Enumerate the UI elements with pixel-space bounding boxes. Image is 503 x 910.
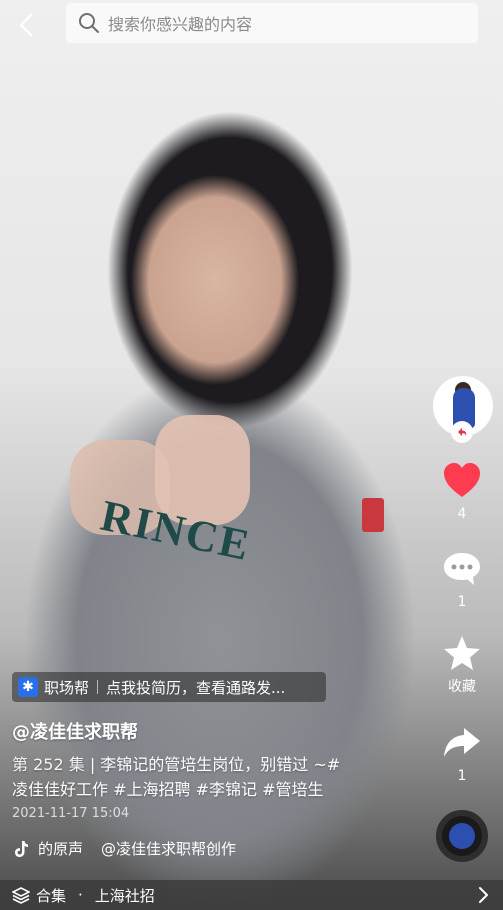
comment-button[interactable]: 1 [436,550,488,610]
favorite-label: 收藏 [448,679,476,695]
follow-arrow-icon [458,428,467,436]
back-button[interactable] [12,10,42,40]
separator-dot: · [78,886,83,904]
disc-cover [449,823,475,849]
comment-count: 1 [457,594,467,610]
collection-name: 上海社招 [94,886,155,905]
video-description: 第 252 集 | 李锦记的管培生岗位，别错过 ~# 凌佳佳好工作 #上海招聘 … [12,752,382,802]
like-button[interactable]: 4 [436,462,488,522]
app-logo-icon: ✱ [18,677,38,697]
tag-app-name: 职场帮 [44,678,90,697]
chevron-right-icon [479,887,488,903]
layers-icon [12,887,30,904]
desc-hashtags[interactable]: 凌佳佳好工作 #上海招聘 #李锦记 #管培生 [12,777,382,802]
episode-label: 第 252 集 [12,755,85,774]
like-count: 4 [457,506,467,522]
share-count: 1 [457,768,467,784]
share-button[interactable]: 1 [436,724,488,784]
tag-text: 点我投简历，查看通路发... [106,678,286,697]
author-name-link[interactable]: @凌佳佳求职帮 [12,718,138,744]
search-icon [79,13,99,33]
share-arrow-icon [444,728,480,757]
music-info[interactable]: 的原声 @凌佳佳求职帮创作 [12,838,262,859]
music-source: 的原声 [38,840,84,858]
heart-icon [444,463,480,497]
chevron-left-icon [19,13,33,37]
comment-icon [444,553,480,585]
collection-label: 合集 [36,886,67,905]
tiktok-note-icon [15,840,28,857]
post-timestamp: 2021-11-17 15:04 [12,806,130,821]
search-placeholder: 搜索你感兴趣的内容 [108,15,253,34]
music-disc-button[interactable] [436,810,488,862]
video-sleeve-badge [362,498,384,532]
desc-line-1: 李锦记的管培生岗位，别错过 ~# [100,755,341,774]
music-author: @凌佳佳求职帮创作 [101,840,237,858]
job-tag-link[interactable]: ✱ 职场帮 点我投简历，查看通路发... [12,672,326,702]
episode-divider: | [89,755,101,774]
follow-button[interactable] [451,421,473,443]
tag-divider [97,680,99,694]
collection-bar[interactable]: 合集 · 上海社招 [0,880,503,910]
star-icon [444,636,480,670]
search-input[interactable]: 搜索你感兴趣的内容 [66,3,478,43]
favorite-button[interactable]: 收藏 [436,634,488,696]
